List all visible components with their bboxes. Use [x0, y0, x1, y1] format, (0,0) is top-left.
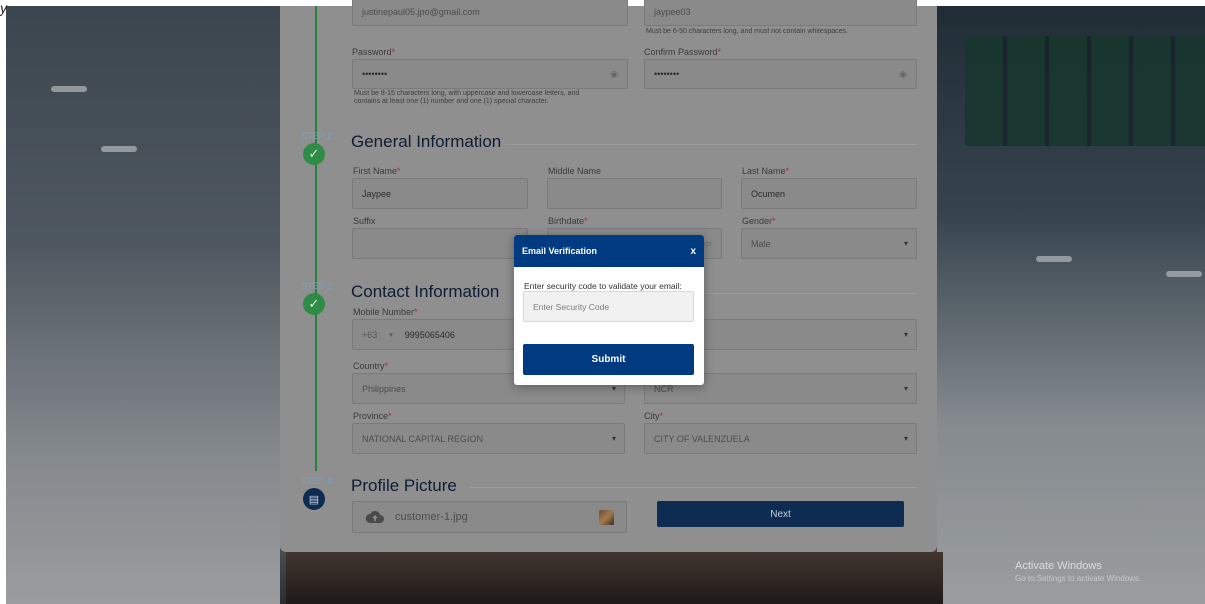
middle-name-label: Middle Name: [548, 166, 602, 176]
modal-header: Email Verification x: [514, 235, 704, 267]
section-divider: [470, 487, 917, 488]
mobile-number-label: Mobile Number*: [353, 307, 418, 317]
submit-button[interactable]: Submit: [523, 344, 694, 375]
chevron-down-icon: ▾: [611, 384, 616, 393]
check-icon: ✓: [303, 143, 325, 165]
first-name-label: First Name*: [353, 166, 401, 176]
region-value: NCR: [654, 383, 674, 394]
birthdate-label: Birthdate*: [548, 216, 588, 226]
suffix-field[interactable]: [352, 228, 528, 259]
cloud-upload-icon: [365, 510, 385, 524]
email-value: justinepaul05.jpo@gmail.com: [362, 7, 480, 17]
middle-name-field[interactable]: [547, 178, 722, 209]
chevron-down-icon: ▾: [903, 384, 908, 393]
step-3-label: STEP 3: [301, 281, 332, 291]
password-hint: Must be 8-15 characters long, with upper…: [354, 90, 580, 105]
security-code-prompt: Enter security code to validate your ema…: [524, 281, 682, 291]
next-button[interactable]: Next: [657, 501, 904, 527]
province-value: NATIONAL CAPITAL REGION: [362, 433, 484, 444]
chevron-down-icon: ▾: [611, 434, 616, 443]
confirm-password-label: Confirm Password*: [644, 47, 722, 57]
close-button[interactable]: x: [690, 246, 696, 257]
first-name-field[interactable]: Jaypee: [352, 178, 528, 209]
province-select[interactable]: NATIONAL CAPITAL REGION ▾: [352, 423, 625, 454]
username-value: jaypee03: [654, 7, 691, 17]
country-label: Country*: [353, 361, 389, 371]
province-label: Province*: [353, 411, 392, 421]
confirm-password-value: ••••••••: [654, 69, 680, 79]
eye-icon[interactable]: ◉: [899, 69, 907, 80]
last-name-value: Ocumen: [751, 188, 786, 199]
username-field[interactable]: jaypee03: [644, 0, 917, 26]
password-label: Password*: [352, 47, 396, 57]
password-value: ••••••••: [362, 69, 388, 79]
activate-windows-title: Activate Windows: [1015, 560, 1102, 572]
general-information-title: General Information: [351, 132, 502, 151]
calendar-icon[interactable]: ▭: [703, 238, 712, 249]
file-name: customer-1.jpg: [395, 511, 468, 523]
chevron-down-icon: ▾: [903, 239, 908, 248]
gender-select[interactable]: Male ▾: [741, 228, 917, 259]
password-field[interactable]: •••••••• ◉: [352, 59, 628, 89]
confirm-password-field[interactable]: •••••••• ◉: [644, 59, 917, 89]
corner-mark: y: [0, 0, 7, 16]
section-divider: [705, 293, 917, 294]
step-2-label: STEP 2: [301, 131, 332, 141]
city-value: CITY OF VALENZUELA: [654, 433, 750, 444]
mobile-number-value: 9995065406: [404, 329, 455, 340]
windows-activation-watermark: Activate Windows Go to Settings to activ…: [1015, 560, 1141, 583]
last-name-label: Last Name*: [742, 166, 790, 176]
modal-title: Email Verification: [522, 246, 598, 256]
chevron-down-icon: ▾: [903, 330, 908, 339]
gender-label: Gender*: [742, 216, 776, 226]
email-verification-modal: Email Verification x Enter security code…: [514, 235, 704, 385]
email-field[interactable]: justinepaul05.jpo@gmail.com: [352, 0, 628, 26]
document-icon: ▤: [303, 488, 325, 510]
suffix-label: Suffix: [353, 216, 376, 226]
section-divider: [505, 144, 917, 145]
mobile-number-field[interactable]: +63 ▾ 9995065406: [352, 319, 528, 350]
check-icon: ✓: [303, 293, 325, 315]
gender-value: Male: [751, 238, 771, 249]
eye-icon[interactable]: ◉: [610, 69, 618, 80]
city-label: City*: [644, 411, 664, 421]
city-select[interactable]: CITY OF VALENZUELA ▾: [644, 423, 917, 454]
last-name-field[interactable]: Ocumen: [741, 178, 917, 209]
contact-information-title: Contact Information: [351, 282, 500, 301]
country-code[interactable]: +63: [362, 330, 377, 340]
image-thumbnail: [599, 509, 614, 525]
activate-windows-subtitle: Go to Settings to activate Windows.: [1015, 574, 1142, 583]
chevron-down-icon: ▾: [389, 331, 393, 339]
security-code-input[interactable]: Enter Security Code: [523, 291, 694, 322]
step-4-label: STEP 4: [301, 476, 332, 486]
username-hint: Must be 6-50 characters long, and must n…: [646, 28, 848, 35]
step-timeline: [315, 6, 317, 471]
country-value: Philippines: [362, 383, 406, 394]
security-code-placeholder: Enter Security Code: [533, 301, 610, 312]
profile-picture-title: Profile Picture: [351, 476, 457, 495]
first-name-value: Jaypee: [362, 188, 392, 199]
profile-picture-upload[interactable]: customer-1.jpg: [352, 501, 627, 533]
chevron-down-icon: ▾: [903, 434, 908, 443]
